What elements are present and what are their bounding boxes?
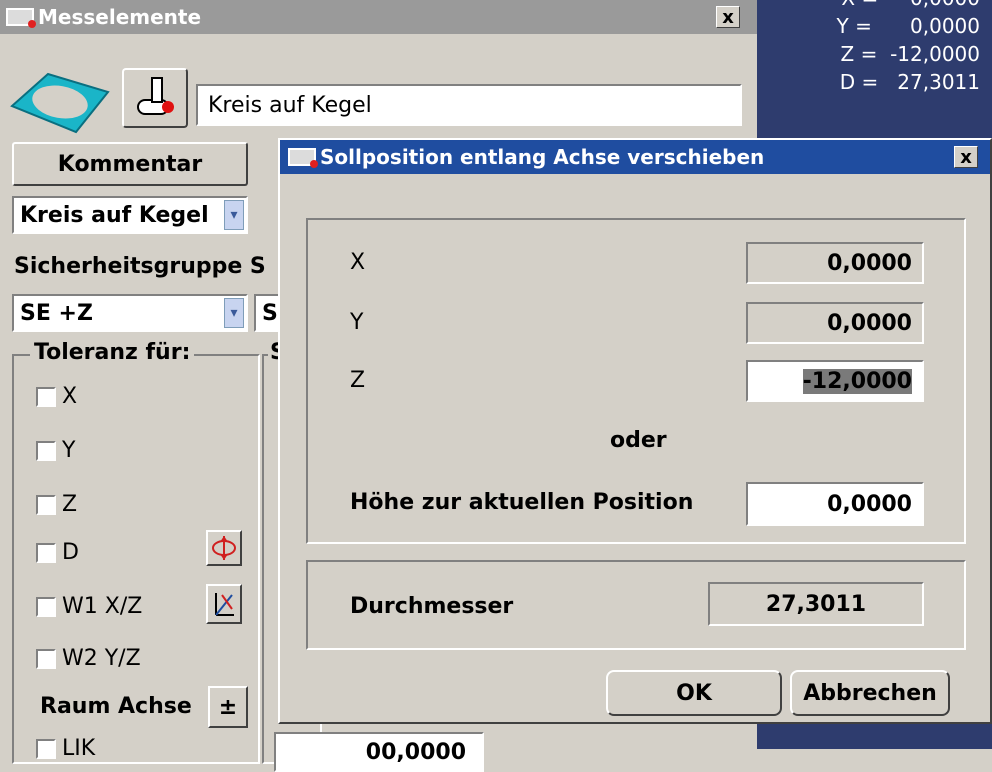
cancel-button[interactable]: Abbrechen [790,670,950,716]
angle-tool-button[interactable] [206,584,242,624]
element-name-field[interactable]: Kreis auf Kegel [196,84,742,126]
close-icon: x [722,6,734,28]
height-value-input[interactable]: 0,0000 [746,482,924,526]
tolerance-label: Toleranz für: [30,340,195,365]
x-value: 0,0000 [827,250,912,276]
dialog-title: Sollposition entlang Achse verschieben [320,145,765,169]
app-icon [6,8,36,28]
safety-select[interactable]: SE +Z ▾ [12,294,248,332]
diameter-icon [212,536,236,560]
element-type-select[interactable]: Kreis auf Kegel ▾ [12,196,248,234]
checkbox-box[interactable] [36,494,56,515]
checkbox-label: D [62,540,79,565]
dialog-close-button[interactable]: x [954,146,978,168]
cancel-label: Abbrechen [803,680,937,706]
checkbox-box[interactable] [36,596,56,617]
y-value: 0,0000 [827,310,912,336]
plus-minus-icon: ± [218,694,238,720]
main-titlebar: Messelemente [0,0,757,34]
checkbox-x[interactable]: X [36,384,77,409]
diameter-value: 27,3011 [765,591,867,617]
checkbox-label: X [62,384,78,409]
main-title: Messelemente [38,5,202,29]
checkbox-label: Z [62,492,78,517]
ok-button[interactable]: OK [606,670,782,716]
checkbox-box[interactable] [36,386,56,407]
coord-z: Z = -12,0000 [840,42,980,66]
checkbox-label: Y [62,438,76,463]
circle-on-cone-icon [8,66,112,138]
chevron-down-icon[interactable]: ▾ [224,200,244,230]
checkbox-label: W1 X/Z [62,594,143,619]
checkbox-z[interactable]: Z [36,492,77,517]
checkbox-box[interactable] [36,648,56,669]
bottom-value: 00,0000 [365,739,466,765]
checkbox-y[interactable]: Y [36,438,75,463]
close-icon: x [960,146,972,168]
checkbox-d[interactable]: D [36,540,79,565]
checkbox-box[interactable] [36,440,56,461]
app-icon [288,148,318,168]
checkbox-w1[interactable]: W1 X/Z [36,594,142,619]
diameter-value-field: 27,3011 [708,582,924,626]
height-label: Höhe zur aktuellen Position [350,490,694,515]
probe-button[interactable] [122,68,188,128]
or-label: oder [610,428,667,453]
y-label: Y [350,310,364,335]
checkbox-label: W2 Y/Z [62,646,141,671]
diameter-label: Durchmesser [350,594,514,619]
y-value-field: 0,0000 [746,302,924,344]
coord-x-partial: X = 0,0000 [841,0,980,10]
x-label: X [350,250,366,275]
diameter-tool-button[interactable] [206,530,242,566]
x-value-field: 0,0000 [746,242,924,284]
space-axis-button[interactable]: ± [208,686,248,728]
coord-y: Y = 0,0000 [836,14,980,38]
safety-select-value: SE +Z [20,300,93,326]
safety-select-2-value: S [262,300,278,326]
comment-label: Kommentar [57,151,203,177]
space-axis-label: Raum Achse [40,694,192,719]
z-value-input[interactable]: -12,0000 [746,360,924,402]
coord-d: D = 27,3011 [839,70,980,94]
comment-button[interactable]: Kommentar [12,142,248,186]
element-type-value: Kreis auf Kegel [20,202,209,228]
angle-icon [215,593,234,616]
main-close-button[interactable]: x [716,6,740,28]
dialog-titlebar: Sollposition entlang Achse verschieben [280,140,990,174]
ok-label: OK [676,680,712,706]
probe-icon [137,77,174,115]
move-position-dialog: Sollposition entlang Achse verschieben x… [278,138,992,724]
safety-group-label: Sicherheitsgruppe S [14,254,266,279]
checkbox-box[interactable] [36,542,56,563]
z-label: Z [350,368,366,393]
height-value: 0,0000 [827,491,912,517]
z-value: -12,0000 [802,368,912,394]
checkbox-w2[interactable]: W2 Y/Z [36,646,141,671]
bottom-value-field[interactable]: 00,0000 [274,732,484,772]
element-name-value: Kreis auf Kegel [208,92,372,118]
chevron-down-icon[interactable]: ▾ [224,298,244,328]
